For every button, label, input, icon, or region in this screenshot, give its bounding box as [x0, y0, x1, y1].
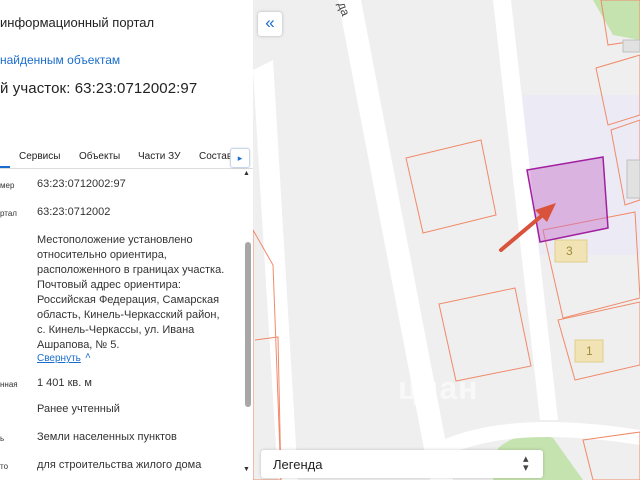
field-value-category: Земли населенных пунктов	[37, 431, 177, 443]
scrollbar-thumb[interactable]	[245, 242, 251, 407]
active-tab-indicator	[0, 166, 10, 168]
field-label-number: мер	[0, 181, 15, 190]
portal-title: информационный портал	[0, 15, 155, 30]
field-label-area: нная	[0, 380, 18, 389]
scroll-up-arrow-icon[interactable]: ▲	[243, 170, 250, 177]
legend-label: Легенда	[273, 457, 323, 472]
field-value-address: Местоположение установлено относительно …	[37, 234, 225, 351]
tab-objects[interactable]: Объекты	[79, 151, 120, 162]
field-value-quarter: 63:23:0712002	[37, 206, 111, 218]
scroll-down-arrow-icon[interactable]: ▼	[243, 466, 250, 473]
map-view[interactable]: да 3 1 циан	[253, 0, 640, 480]
building	[626, 159, 640, 199]
field-value-usage: для строительства жилого дома	[37, 459, 202, 471]
selected-parcel	[526, 156, 609, 243]
field-value-cadastral-number: 63:23:0712002:97	[37, 178, 126, 190]
field-label-quarter: ртал	[0, 209, 17, 218]
field-label-usage: то	[0, 462, 9, 471]
tab-bar: Сервисы Объекты Части ЗУ Состав ▸	[0, 146, 253, 169]
house-number-label: 1	[586, 344, 593, 358]
legend-dropdown[interactable]: Легенда ▴ ▾	[261, 450, 543, 478]
chevron-up-icon[interactable]: ˄	[85, 351, 91, 362]
field-label-category: ь	[0, 434, 5, 443]
house-number-label: 3	[566, 244, 573, 258]
page-title: й участок: 63:23:0712002:97	[0, 80, 198, 97]
collapse-panel-button[interactable]: «	[258, 12, 282, 36]
building	[622, 39, 640, 53]
watermark-logo: циан	[398, 370, 479, 406]
tab-plot-parts[interactable]: Части ЗУ	[138, 151, 180, 162]
field-value-area: 1 401 кв. м	[37, 377, 92, 389]
tab-services[interactable]: Сервисы	[19, 151, 60, 162]
info-panel: информационный портал найденным объектам…	[0, 0, 253, 480]
collapse-link[interactable]: Свернуть	[37, 353, 81, 364]
map-canvas[interactable]	[253, 0, 640, 480]
tab-composition[interactable]: Состав	[199, 151, 232, 162]
tabs-next-button[interactable]: ▸	[230, 148, 250, 168]
back-to-results-link[interactable]: найденным объектам	[0, 53, 120, 67]
field-value-status: Ранее учтенный	[37, 403, 120, 415]
sort-arrows-icon[interactable]: ▴ ▾	[523, 454, 529, 474]
